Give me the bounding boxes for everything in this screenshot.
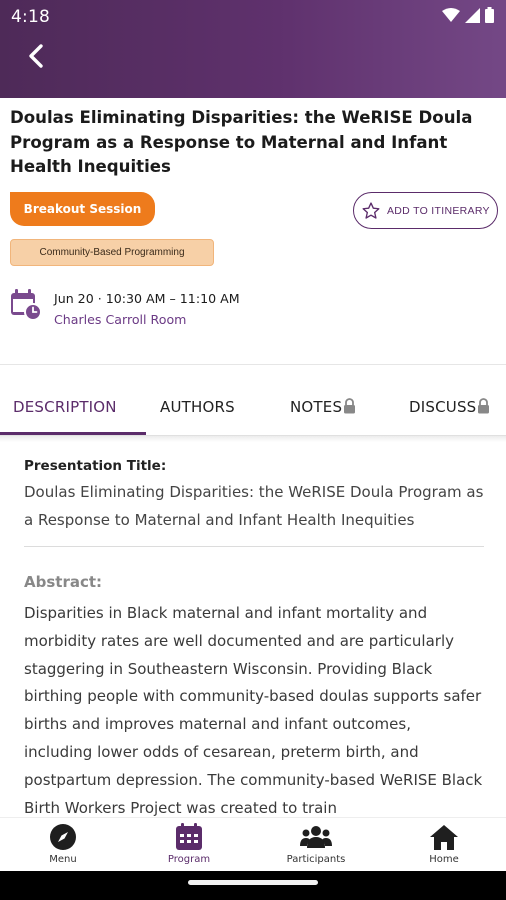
add-to-itinerary-label: ADD TO ITINERARY — [387, 204, 490, 217]
tab-discuss[interactable]: DISCUSS — [409, 380, 490, 434]
presentation-title-label: Presentation Title: — [24, 458, 167, 474]
session-type-badge: Breakout Session — [10, 192, 155, 226]
app-header: 4:18 — [0, 0, 506, 98]
nav-menu[interactable]: Menu — [18, 822, 108, 870]
nav-participants-label: Participants — [286, 854, 346, 865]
add-to-itinerary-button[interactable]: ADD TO ITINERARY — [353, 192, 498, 229]
nav-menu-label: Menu — [49, 854, 77, 865]
back-arrow-icon — [29, 44, 43, 68]
tab-discuss-label: DISCUSS — [409, 398, 477, 416]
session-schedule: Jun 20 · 10:30 AM – 11:10 AM Charles Car… — [10, 288, 490, 332]
presentation-title-text: Doulas Eliminating Disparities: the WeRI… — [24, 483, 484, 529]
status-time: 4:18 — [11, 7, 50, 27]
abstract-label: Abstract: — [24, 573, 103, 591]
event-title: Doulas Eliminating Disparities: the WeRI… — [10, 108, 473, 176]
system-navigation-bar — [0, 871, 506, 900]
session-time: Jun 20 · 10:30 AM – 11:10 AM — [54, 291, 240, 306]
track-tag[interactable]: Community-Based Programming — [10, 239, 214, 266]
people-icon — [300, 826, 332, 848]
description-content: Presentation Title: Doulas Eliminating D… — [24, 455, 484, 822]
session-room-link[interactable]: Charles Carroll Room — [54, 312, 186, 327]
nav-participants[interactable]: Participants — [271, 822, 361, 870]
lock-icon — [478, 398, 490, 414]
bottom-navigation: Menu Program Participants Home — [0, 817, 506, 871]
calendar-icon — [176, 823, 202, 850]
nav-home[interactable]: Home — [399, 822, 489, 870]
lock-icon — [344, 398, 356, 414]
tab-notes[interactable]: NOTES — [290, 380, 356, 434]
tab-shadow — [0, 436, 506, 442]
battery-icon — [485, 7, 494, 23]
home-gesture-pill[interactable] — [188, 880, 318, 885]
home-icon — [430, 825, 458, 850]
abstract-text: Disparities in Black maternal and infant… — [24, 604, 483, 817]
wifi-icon — [442, 8, 460, 22]
tab-description[interactable]: DESCRIPTION — [13, 380, 117, 434]
compass-icon — [50, 824, 76, 850]
star-icon — [362, 201, 380, 219]
section-divider — [0, 364, 506, 365]
active-tab-indicator — [0, 432, 146, 435]
nav-program[interactable]: Program — [144, 822, 234, 870]
tab-description-label: DESCRIPTION — [13, 398, 117, 416]
content-divider — [24, 546, 484, 547]
back-button[interactable] — [20, 40, 52, 72]
calendar-clock-icon — [11, 289, 42, 321]
nav-home-label: Home — [429, 854, 459, 865]
nav-program-label: Program — [167, 854, 211, 865]
event-title-block: Doulas Eliminating Disparities: the WeRI… — [10, 106, 490, 180]
status-icons — [442, 7, 494, 23]
cell-signal-icon — [465, 7, 480, 23]
detail-tabs: DESCRIPTION AUTHORS NOTES DISCUSS — [0, 380, 506, 436]
status-bar: 4:18 — [0, 0, 506, 32]
tab-notes-label: NOTES — [290, 398, 343, 416]
tab-authors[interactable]: AUTHORS — [160, 380, 235, 434]
tab-authors-label: AUTHORS — [160, 398, 235, 416]
